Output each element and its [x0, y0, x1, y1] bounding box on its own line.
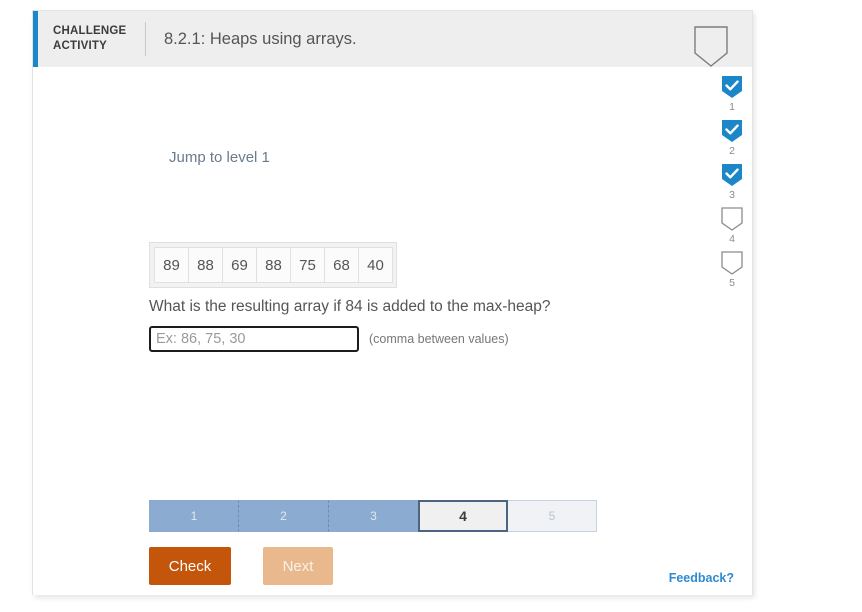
array-cell: 75 — [290, 247, 325, 283]
challenge-activity-card: CHALLENGE ACTIVITY 8.2.1: Heaps using ar… — [32, 10, 753, 595]
progress-segment-3[interactable]: 3 — [329, 500, 419, 532]
shield-check-icon — [722, 164, 742, 186]
array-cell: 40 — [358, 247, 393, 283]
check-button[interactable]: Check — [149, 547, 231, 585]
progress-segment-2[interactable]: 2 — [239, 500, 329, 532]
array-cell: 69 — [222, 247, 257, 283]
progress-segment-5[interactable]: 5 — [507, 500, 597, 532]
challenge-label-line1: CHALLENGE — [53, 25, 127, 37]
shield-check-icon — [722, 120, 742, 142]
action-buttons: Check Next — [149, 547, 333, 585]
progress-segment-4[interactable]: 4 — [418, 500, 508, 532]
shield-check-icon — [722, 76, 742, 98]
progress-segments: 12345 — [149, 500, 597, 532]
heap-array-display: 89 88 69 88 75 68 40 — [149, 242, 397, 288]
header-accent-bar — [33, 11, 38, 67]
page-root: CHALLENGE ACTIVITY 8.2.1: Heaps using ar… — [0, 0, 862, 612]
shield-outline-icon — [721, 251, 743, 275]
level-number: 5 — [729, 277, 735, 289]
level-number: 2 — [729, 145, 735, 157]
shield-outline-icon — [721, 207, 743, 231]
level-number: 4 — [729, 233, 735, 245]
header-divider — [145, 22, 146, 56]
challenge-label-line2: ACTIVITY — [53, 40, 107, 52]
level-indicator-4[interactable]: 4 — [720, 207, 744, 245]
level-indicator-1[interactable]: 1 — [720, 75, 744, 113]
level-indicator-2[interactable]: 2 — [720, 119, 744, 157]
array-cell: 88 — [256, 247, 291, 283]
answer-hint: (comma between values) — [369, 332, 509, 346]
array-cell: 68 — [324, 247, 359, 283]
progress-segment-1[interactable]: 1 — [149, 500, 239, 532]
card-body: Jump to level 1 89 88 69 88 75 68 40 What is t… — [33, 67, 752, 595]
level-number: 1 — [729, 101, 735, 113]
jump-to-level-link[interactable]: Jump to level 1 — [169, 149, 270, 166]
level-indicator-3[interactable]: 3 — [720, 163, 744, 201]
array-cell: 89 — [154, 247, 189, 283]
page-title: 8.2.1: Heaps using arrays. — [164, 29, 357, 48]
array-cell: 88 — [188, 247, 223, 283]
level-indicator-5[interactable]: 5 — [720, 251, 744, 289]
card-header: CHALLENGE ACTIVITY 8.2.1: Heaps using ar… — [33, 11, 752, 67]
next-button[interactable]: Next — [263, 547, 333, 585]
answer-row: (comma between values) — [149, 326, 509, 352]
level-progress-rail: 1 2 3 4 5 — [712, 75, 752, 295]
feedback-link[interactable]: Feedback? — [669, 571, 734, 585]
level-number: 3 — [729, 189, 735, 201]
answer-input[interactable] — [149, 326, 359, 352]
challenge-activity-label: CHALLENGE ACTIVITY — [53, 24, 141, 54]
shield-outline-icon[interactable] — [692, 25, 730, 69]
question-text: What is the resulting array if 84 is add… — [149, 298, 551, 315]
